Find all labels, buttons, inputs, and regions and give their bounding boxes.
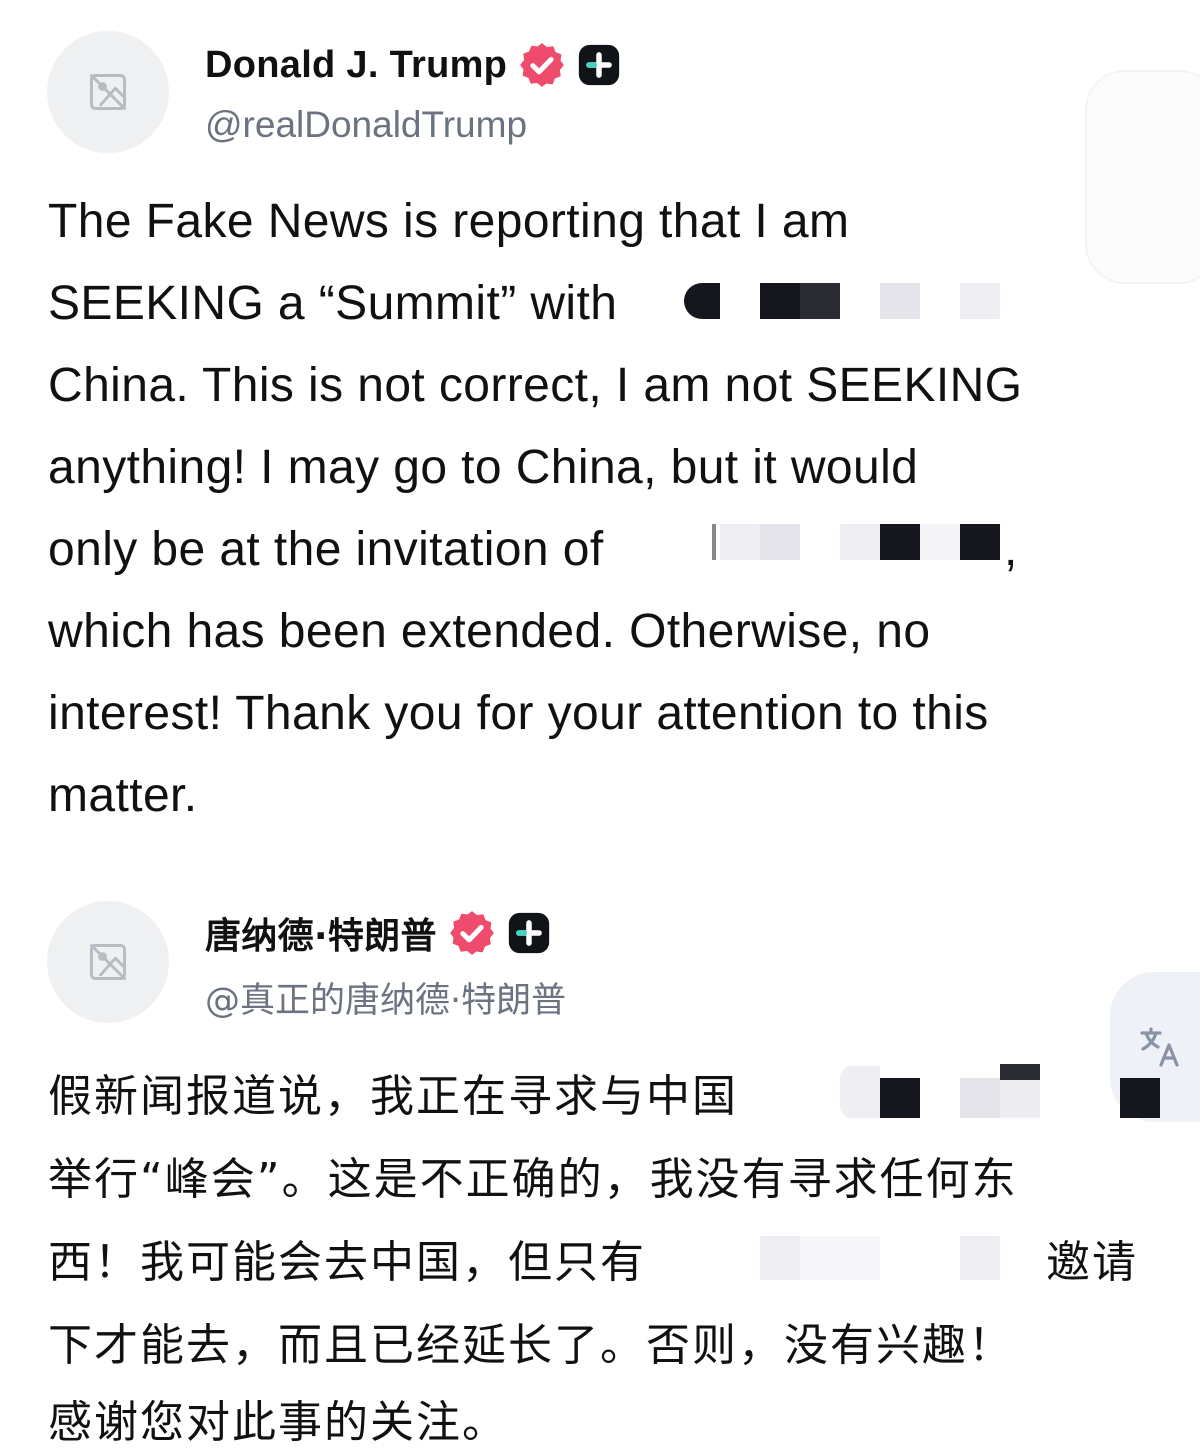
body-line: 感谢您对此事的关注。: [48, 1397, 508, 1448]
body-line: 西！我可能会去中国，但只有: [48, 1237, 646, 1288]
author-handle[interactable]: @真正的唐纳德·特朗普: [205, 972, 566, 1023]
avatar[interactable]: [47, 31, 169, 153]
author-display-name[interactable]: Donald J. Trump: [205, 44, 507, 87]
body-line: interest! Thank you for your attention t…: [48, 687, 989, 740]
plus-badge-icon: [577, 43, 621, 87]
body-line: matter.: [48, 769, 198, 822]
translate-icon: [1140, 1027, 1179, 1067]
post-english: Donald J. Trump @realDonaldTrump The Fak…: [0, 0, 1200, 860]
body-fragment: 邀请: [1046, 1237, 1138, 1288]
author-display-name[interactable]: 唐纳德·特朗普: [205, 907, 437, 959]
author-handle[interactable]: @realDonaldTrump: [205, 104, 527, 146]
post-chinese: 唐纳德·特朗普 @真正的唐纳德·特朗普 假新闻报道说，我正在寻求与中国 举行“峰…: [0, 880, 1200, 1448]
body-line: SEEKING a “Summit” with: [48, 277, 618, 330]
body-line: China. This is not correct, I am not SEE…: [48, 359, 1023, 412]
side-panel-edge: [1085, 70, 1200, 284]
body-line: 举行“峰会”。这是不正确的，我没有寻求任何东: [48, 1154, 1018, 1205]
body-line: The Fake News is reporting that I am: [48, 195, 850, 248]
body-line: only be at the invitation of: [48, 523, 604, 576]
avatar[interactable]: [47, 901, 169, 1023]
author-row: Donald J. Trump: [205, 40, 621, 90]
body-line: anything! I may go to China, but it woul…: [48, 441, 919, 494]
body-punctuation: ,: [1004, 523, 1018, 576]
body-line: 下才能去，而且已经延长了。否则，没有兴趣！: [48, 1320, 1014, 1371]
image-placeholder-icon: [90, 74, 126, 110]
author-row: 唐纳德·特朗普: [205, 908, 551, 958]
verified-badge-icon: [447, 908, 497, 958]
body-line: 假新闻报道说，我正在寻求与中国: [48, 1071, 738, 1122]
verified-badge-icon: [517, 40, 567, 90]
image-placeholder-icon: [90, 944, 126, 980]
plus-badge-icon: [507, 911, 551, 955]
body-line: which has been extended. Otherwise, no: [48, 605, 931, 658]
